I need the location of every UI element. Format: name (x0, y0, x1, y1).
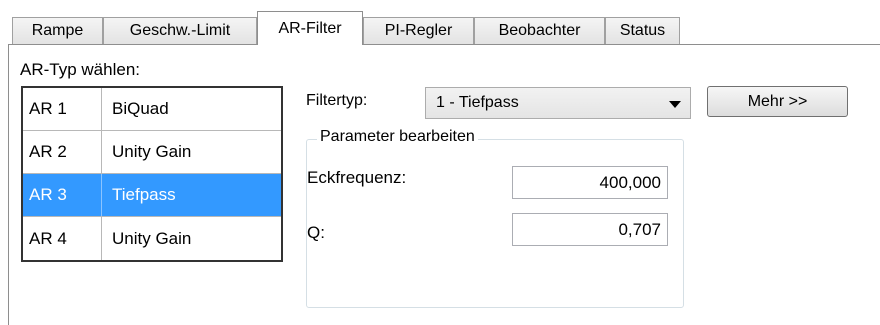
tab-pi-regler[interactable]: PI-Regler (363, 17, 474, 44)
ar-id: AR 3 (23, 174, 102, 216)
ar-id: AR 2 (23, 131, 102, 173)
ar-list-item-selected[interactable]: AR 3 Tiefpass (23, 174, 281, 217)
chevron-down-icon (669, 101, 681, 108)
ar-filter-name: Tiefpass (112, 185, 176, 204)
cutoff-frequency-input[interactable]: 400,000 (512, 166, 668, 199)
filter-type-label: Filtertyp: (306, 92, 368, 109)
ar-list-item[interactable]: AR 4 Unity Gain (23, 217, 281, 260)
ar-id: AR 1 (23, 88, 102, 130)
tab-geschw-limit[interactable]: Geschw.-Limit (103, 17, 257, 44)
ar-list-item[interactable]: AR 2 Unity Gain (23, 131, 281, 174)
filter-type-value: 1 - Tiefpass (436, 94, 519, 111)
ar-filter-name: BiQuad (112, 99, 169, 118)
ar-list-item[interactable]: AR 1 BiQuad (23, 88, 281, 131)
tab-beobachter[interactable]: Beobachter (474, 17, 605, 44)
q-input[interactable]: 0,707 (512, 213, 668, 246)
tab-strip-border (8, 44, 880, 45)
filter-type-dropdown[interactable]: 1 - Tiefpass (425, 87, 691, 119)
tab-ar-filter[interactable]: AR-Filter (257, 11, 363, 45)
ar-filter-name: Unity Gain (112, 142, 192, 161)
more-button[interactable]: Mehr >> (707, 86, 848, 117)
ar-type-label: AR-Typ wählen: (20, 60, 140, 79)
ar-list[interactable]: AR 1 BiQuad AR 2 Unity Gain AR 3 Tiefpas… (21, 86, 283, 262)
tab-rampe[interactable]: Rampe (12, 17, 103, 44)
parameter-group-title: Parameter bearbeiten (317, 128, 478, 146)
ar-id: AR 4 (23, 217, 102, 260)
cutoff-frequency-label: Eckfrequenz: (307, 168, 407, 187)
q-label: Q: (307, 223, 325, 242)
tab-status[interactable]: Status (605, 17, 680, 44)
ar-filter-name: Unity Gain (112, 228, 192, 248)
